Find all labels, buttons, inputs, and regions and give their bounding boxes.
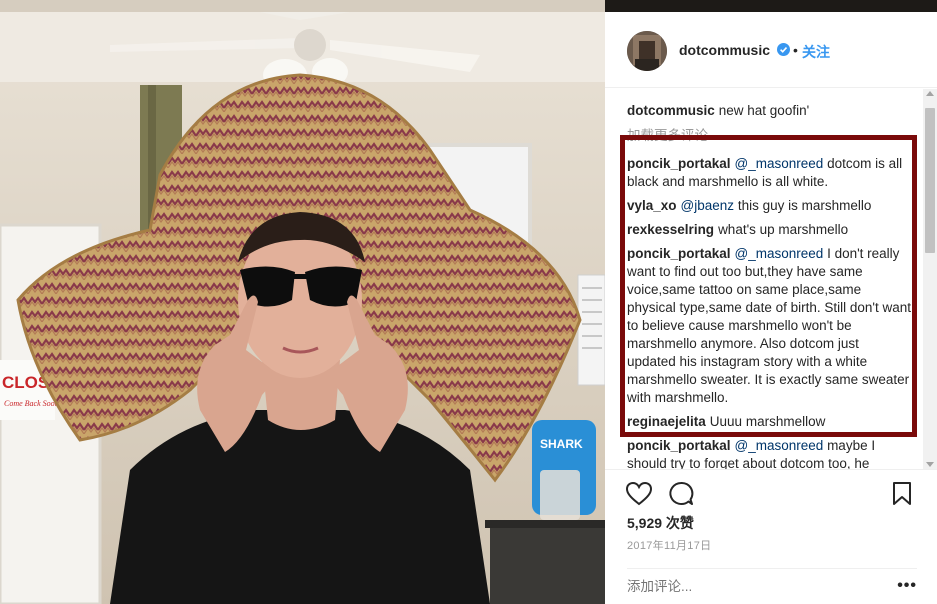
comment-username[interactable]: poncik_portakal xyxy=(627,156,731,171)
add-comment-input[interactable] xyxy=(627,579,867,594)
comment-mention[interactable]: @_masonreed xyxy=(735,246,824,261)
comment-item: vyla_xo @jbaenz this guy is marshmello xyxy=(627,197,911,215)
avatar[interactable] xyxy=(627,31,667,71)
post-actions: 5,929 次赞 2017年11月17日 ••• xyxy=(605,469,937,604)
comment-username[interactable]: rexkesselring xyxy=(627,222,714,237)
closed-sign-subtext: Come Back Soon xyxy=(4,399,59,408)
comments-list[interactable]: dotcommusic new hat goofin' 加载更多评论 poncik… xyxy=(605,89,937,469)
header-separator: • xyxy=(793,42,798,58)
add-comment-section: ••• xyxy=(627,568,917,602)
comment-username[interactable]: poncik_portakal xyxy=(627,438,731,453)
comment-item: poncik_portakal @_masonreed I don't reall… xyxy=(627,245,911,407)
bag-text: SHARK xyxy=(540,437,583,451)
bookmark-icon[interactable] xyxy=(890,480,914,508)
comment-text: this guy is marshmello xyxy=(737,198,872,213)
caption-text: new hat goofin' xyxy=(718,103,810,118)
comment-username[interactable]: poncik_portakal xyxy=(627,246,731,261)
comment-text: Uuuu marshmellow xyxy=(709,414,826,429)
comment-text: I don't really want to find out too but,… xyxy=(627,246,911,405)
like-count[interactable]: 5,929 次赞 xyxy=(627,513,694,533)
comment-icon[interactable] xyxy=(667,480,695,508)
photo-illustration: CLOSED Come Back Soon SHARK xyxy=(0,12,605,604)
comment-username[interactable]: reginaejelita xyxy=(627,414,706,429)
post-date: 2017年11月17日 xyxy=(627,540,712,552)
comment-mention[interactable]: @_masonreed xyxy=(735,438,824,453)
comment-item: rexkesselring what's up marshmello xyxy=(627,221,911,239)
caption-username[interactable]: dotcommusic xyxy=(627,103,715,118)
post-photo[interactable]: CLOSED Come Back Soon SHARK xyxy=(0,0,605,604)
post-author-username[interactable]: dotcommusic xyxy=(679,42,770,58)
comment-item: poncik_portakal @_masonreed maybe I shoul… xyxy=(627,437,911,469)
comment-item: poncik_portakal @_masonreed dotcom is all… xyxy=(627,155,911,191)
post-side-panel: dotcommusic • 关注 dotcommusic new hat goof… xyxy=(605,12,937,604)
more-options-icon[interactable]: ••• xyxy=(897,578,917,594)
scrollbar-thumb[interactable] xyxy=(925,108,935,253)
comment-text: what's up marshmello xyxy=(718,222,849,237)
post-header: dotcommusic • 关注 xyxy=(605,12,937,88)
comment-item: reginaejelita Uuuu marshmellow xyxy=(627,413,911,431)
load-more-comments-link[interactable]: 加载更多评论 xyxy=(627,127,708,145)
comments-scrollbar[interactable] xyxy=(923,89,937,469)
heart-icon[interactable] xyxy=(625,480,653,508)
comment-username[interactable]: vyla_xo xyxy=(627,198,677,213)
comment-mention[interactable]: @jbaenz xyxy=(681,198,735,213)
verified-badge-icon xyxy=(777,43,790,56)
scroll-down-arrow-icon[interactable] xyxy=(926,462,934,467)
comment-mention[interactable]: @_masonreed xyxy=(735,156,824,171)
follow-button[interactable]: 关注 xyxy=(802,42,830,62)
scroll-up-arrow-icon[interactable] xyxy=(926,91,934,96)
post-caption: dotcommusic new hat goofin' xyxy=(627,102,911,120)
